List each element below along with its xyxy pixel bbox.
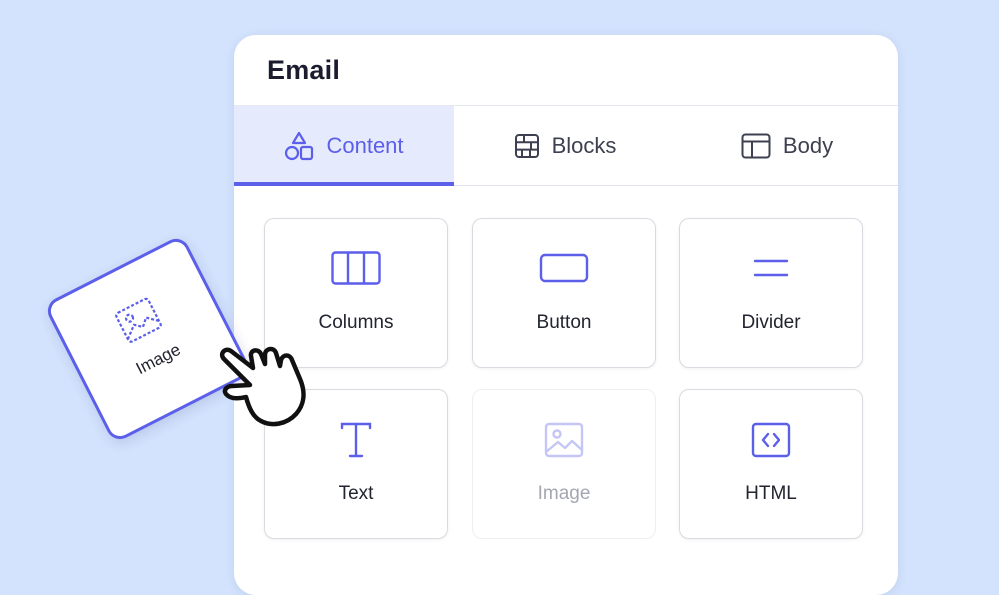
card-label: Columns [318,312,394,333]
tab-bar: Content Blocks Body [234,105,898,186]
image-icon [112,295,166,350]
tab-label: Blocks [551,132,617,158]
panel-title: Email [267,55,341,85]
image-icon [544,422,584,463]
layout-icon [741,133,771,159]
tab-label: Content [326,132,404,158]
code-icon [751,422,791,463]
button-icon [539,251,589,290]
tab-body[interactable]: Body [676,106,898,185]
card-label: Image [537,483,591,504]
divider-icon [746,251,796,290]
tab-content[interactable]: Content [234,106,454,186]
tab-label: Body [782,132,834,158]
columns-icon [331,251,381,290]
tab-blocks[interactable]: Blocks [454,106,676,185]
card-button[interactable]: Button [472,218,656,368]
card-label: Divider [741,312,801,333]
shapes-icon [284,131,314,161]
card-label: Text [338,483,374,504]
card-image-placeholder[interactable]: Image [472,389,656,539]
card-label: HTML [745,483,797,504]
card-html[interactable]: HTML [679,389,863,539]
email-editor-panel: Email Content Blocks Body Columns Button… [234,35,898,595]
card-label: Button [536,312,592,333]
text-icon [331,422,381,463]
card-divider[interactable]: Divider [679,218,863,368]
blocks-icon [514,133,540,159]
hand-cursor-icon [216,333,326,433]
